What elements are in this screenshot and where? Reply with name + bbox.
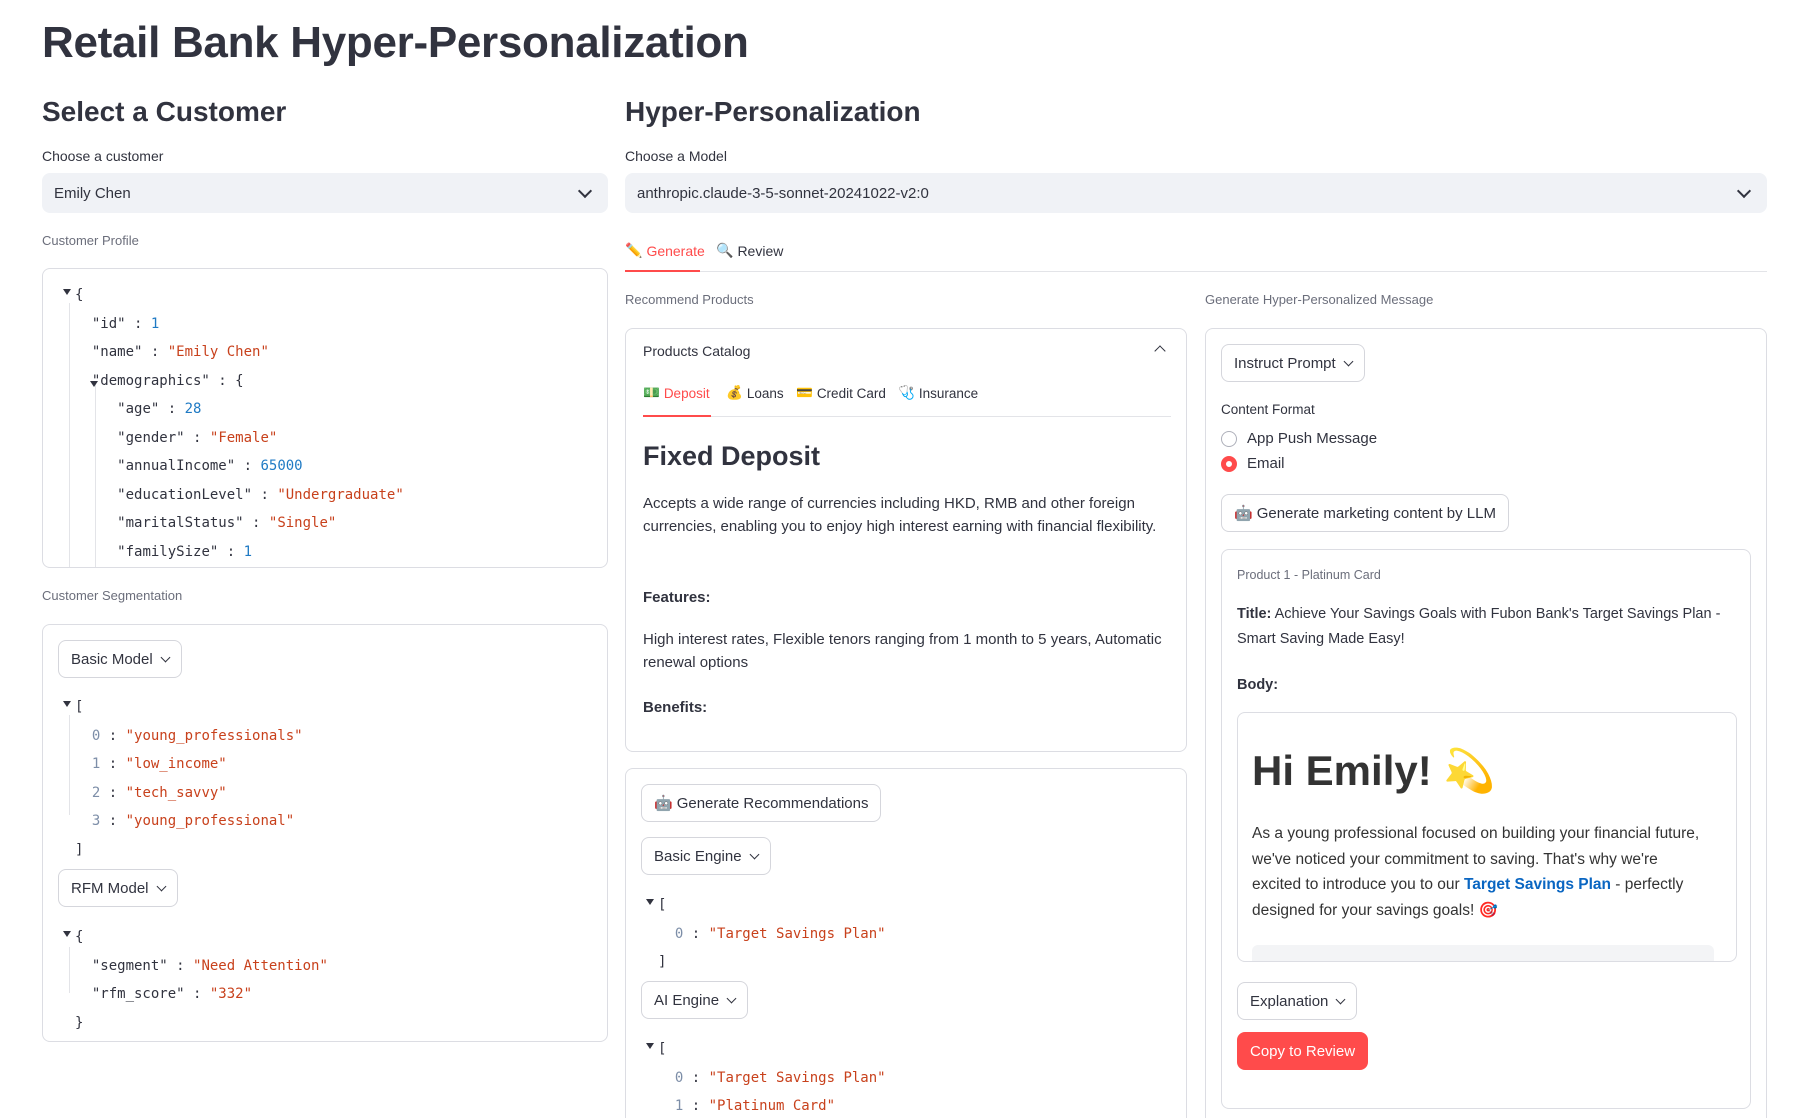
radio-dot-selected — [1221, 455, 1237, 472]
tab-loans[interactable]: 💰 Loans — [726, 385, 784, 401]
magnifier-icon: 🔍 — [716, 242, 734, 258]
ai-engine-expander[interactable]: AI Engine — [641, 981, 749, 1019]
collapse-caret-icon[interactable] — [63, 931, 71, 937]
collapse-caret-icon[interactable] — [89, 380, 98, 387]
robot-icon: 🤖 — [654, 795, 673, 812]
ai-engine-json: [ 0 : "Target Savings Plan" 1 : "Platinu… — [646, 1035, 886, 1118]
customer-select-label: Choose a customer — [42, 148, 164, 164]
customer-segmentation-panel: Basic Model [ 0 : "young_professionals" … — [42, 624, 608, 1042]
product-title: Fixed Deposit — [643, 441, 821, 471]
tab-generate[interactable]: ✏️ Generate — [625, 242, 705, 259]
hyper-personalization-heading: Hyper-Personalization — [625, 96, 921, 127]
basic-engine-expander[interactable]: Basic Engine — [641, 837, 771, 875]
rfm-model-expander[interactable]: RFM Model — [58, 869, 178, 907]
recommendations-panel: 🤖 Generate Recommendations Basic Engine [… — [625, 768, 1187, 1118]
chevron-down-icon — [1335, 994, 1346, 1004]
collapse-caret-icon[interactable] — [646, 1043, 654, 1049]
robot-icon: 🤖 — [1234, 505, 1253, 522]
pencil-icon: ✏️ — [625, 242, 643, 258]
customer-select-value: Emily Chen — [54, 184, 131, 202]
instruct-prompt-expander[interactable]: Instruct Prompt — [1221, 344, 1365, 382]
product-description: Accepts a wide range of currencies inclu… — [643, 495, 1157, 535]
products-catalog-panel: Products Catalog 💵 Deposit 💰 Loans 💳 Credit… — [625, 328, 1187, 752]
tab-insurance[interactable]: 🩺 Insurance — [898, 385, 978, 401]
body-label: Body: — [1237, 677, 1279, 693]
message-panel: Instruct Prompt Content Format App Push … — [1205, 328, 1767, 1118]
generate-recommendations-button[interactable]: 🤖 Generate Recommendations — [641, 784, 882, 822]
chevron-down-icon — [156, 881, 166, 891]
radio-dot — [1221, 430, 1237, 447]
features-text: High interest rates, Flexible tenors ran… — [643, 631, 1162, 671]
chevron-down-icon — [749, 849, 760, 859]
basic-model-json: [ 0 : "young_professionals" 1 : "low_inc… — [63, 693, 303, 864]
email-preview: Hi Emily! 💫 As a young professional focu… — [1237, 712, 1737, 962]
tab-review[interactable]: 🔍 Review — [716, 242, 783, 259]
rfm-model-json: { "segment" : "Need Attention" "rfm_scor… — [63, 923, 328, 1037]
email-body: As a young professional focused on build… — [1252, 825, 1700, 919]
model-select-label: Choose a Model — [625, 148, 727, 164]
basic-model-expander[interactable]: Basic Model — [58, 640, 182, 678]
generate-marketing-content-button[interactable]: 🤖 Generate marketing content by LLM — [1221, 494, 1509, 532]
chevron-up-icon[interactable] — [1154, 345, 1166, 357]
customer-select[interactable]: Emily Chen — [42, 173, 608, 213]
model-select-value: anthropic.claude-3-5-sonnet-20241022-v2:… — [637, 184, 929, 202]
chevron-down-icon — [1343, 356, 1354, 366]
money-bag-icon: 💰 — [726, 385, 743, 400]
collapse-caret-icon[interactable] — [63, 289, 71, 295]
customer-segmentation-label: Customer Segmentation — [42, 588, 183, 603]
radio-app-push[interactable]: App Push Message — [1221, 430, 1377, 447]
chevron-down-icon — [726, 993, 737, 1003]
features-label: Features: — [643, 589, 711, 606]
collapse-caret-icon[interactable] — [63, 701, 71, 707]
target-savings-plan-link[interactable]: Target Savings Plan — [1464, 876, 1611, 893]
basic-engine-json: [ 0 : "Target Savings Plan" ] — [646, 891, 886, 977]
tab-credit-card[interactable]: 💳 Credit Card — [796, 385, 886, 401]
money-icon: 💵 — [643, 385, 660, 400]
credit-card-icon: 💳 — [796, 385, 813, 400]
select-customer-heading: Select a Customer — [42, 96, 287, 127]
stethoscope-icon: 🩺 — [898, 385, 915, 400]
radio-email[interactable]: Email — [1221, 455, 1285, 472]
chevron-down-icon — [160, 652, 171, 662]
chevron-down-icon — [1736, 183, 1752, 198]
customer-profile-panel: { "id" : 1 "name" : "Emily Chen" "demogr… — [42, 268, 608, 568]
collapse-caret-icon[interactable] — [646, 899, 654, 905]
email-greeting: Hi Emily! 💫 — [1252, 747, 1496, 794]
customer-profile-label: Customer Profile — [42, 233, 139, 248]
content-format-label: Content Format — [1221, 402, 1315, 417]
recommend-products-label: Recommend Products — [625, 292, 754, 307]
explanation-expander[interactable]: Explanation — [1237, 982, 1358, 1020]
copy-to-review-button[interactable]: Copy to Review — [1237, 1032, 1369, 1070]
products-catalog-title[interactable]: Products Catalog — [643, 343, 750, 359]
model-select[interactable]: anthropic.claude-3-5-sonnet-20241022-v2:… — [625, 173, 1767, 213]
generated-message-card: Product 1 - Platinum Card Title: Achieve… — [1221, 549, 1751, 1109]
benefits-label: Benefits: — [643, 699, 708, 716]
product-caption: Product 1 - Platinum Card — [1237, 568, 1381, 582]
message-title: Title: Achieve Your Savings Goals with F… — [1237, 606, 1721, 647]
generate-message-label: Generate Hyper-Personalized Message — [1205, 292, 1434, 307]
tab-deposit[interactable]: 💵 Deposit — [643, 385, 710, 401]
page-title: Retail Bank Hyper-Personalization — [42, 18, 749, 67]
customer-profile-json: { "id" : 1 "name" : "Emily Chen" "demogr… — [63, 281, 404, 566]
chevron-down-icon — [577, 183, 593, 198]
